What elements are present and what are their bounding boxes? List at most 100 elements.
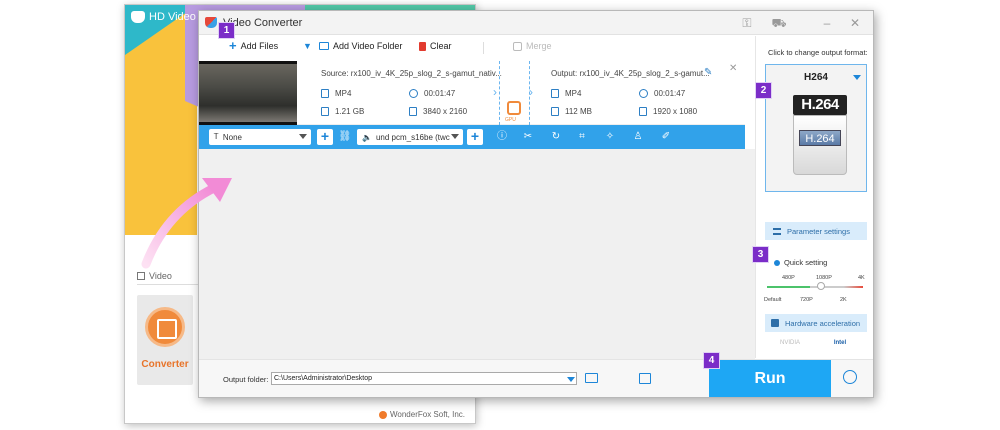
quick-setting-label: Quick setting: [774, 258, 827, 267]
hardware-acceleration-label: Hardware acceleration: [785, 318, 861, 328]
effects-wand-icon[interactable]: ✧: [603, 130, 617, 144]
title-bar: Video Converter ⚿ ⛟ – ✕: [199, 11, 873, 35]
source-resolution-value: 3840 x 2160: [423, 107, 468, 116]
launcher-footer: WonderFox Soft, Inc.: [379, 410, 465, 419]
clear-button[interactable]: Clear: [419, 41, 452, 51]
merge-button[interactable]: Merge: [513, 41, 552, 51]
converter-card[interactable]: Converter: [137, 295, 193, 385]
launcher-divider: [137, 284, 201, 285]
link-icon[interactable]: ⛓: [337, 129, 353, 145]
output-format: MP4: [551, 89, 581, 98]
clock-icon: [639, 89, 648, 98]
launcher-section-label: Video: [149, 271, 172, 281]
close-button[interactable]: ✕: [847, 15, 863, 31]
key-icon[interactable]: ⚿: [739, 15, 755, 31]
open-folder-icon[interactable]: [585, 373, 598, 383]
parameter-settings-label: Parameter settings: [787, 226, 850, 236]
source-name: Source: rx100_iv_4K_25p_slog_2_s-gamut_n…: [321, 69, 502, 78]
edit-toolbar: Ꭲ None + ⛓ 🔈 und pcm_s16be (twc + ⓘ ✂ ↻ …: [199, 125, 745, 149]
output-folder-field[interactable]: C:\Users\Administrator\Desktop: [271, 372, 577, 385]
quality-label-720p: 720P: [800, 297, 813, 303]
scissors-icon[interactable]: ✂: [521, 130, 535, 144]
h264-logo-box: H.264: [793, 115, 847, 175]
minimize-button[interactable]: –: [819, 15, 835, 31]
output-folder-dropdown-icon[interactable]: [567, 377, 575, 382]
launcher-logo-icon: [131, 11, 145, 23]
launcher-footer-text: WonderFox Soft, Inc.: [390, 410, 465, 419]
quality-label-default: Default: [764, 297, 782, 303]
crop-icon[interactable]: ⌗: [575, 130, 589, 144]
source-divider: [499, 61, 500, 125]
plus-icon: +: [229, 38, 237, 53]
add-audio-button[interactable]: +: [467, 129, 483, 145]
run-button[interactable]: Run: [709, 360, 831, 397]
parameter-settings-button[interactable]: Parameter settings: [765, 222, 867, 240]
source-size-value: 1.21 GB: [335, 107, 365, 116]
launcher-title: HD Video C: [131, 11, 207, 23]
file-format-icon: [321, 89, 329, 98]
output-resolution-value: 1920 x 1080: [653, 107, 698, 116]
h264-logo-bottom: H.264: [799, 130, 841, 146]
remove-file-icon[interactable]: ✕: [729, 63, 737, 74]
chip-icon: [771, 319, 779, 327]
source-size: 1.21 GB: [321, 107, 364, 116]
audio-track-select[interactable]: 🔈 und pcm_s16be (twc: [357, 129, 463, 145]
file-row[interactable]: Source: rx100_iv_4K_25p_slog_2_s-gamut_n…: [199, 61, 745, 125]
folder-icon: [319, 42, 329, 50]
dropdown-arrow-icon: [451, 134, 459, 139]
subtitle-value: None: [222, 132, 242, 142]
hardware-acceleration-button[interactable]: Hardware acceleration: [765, 314, 867, 332]
source-duration: 00:01:47: [409, 89, 455, 98]
launcher-section-video: Video: [137, 271, 172, 281]
converter-film-icon: [145, 307, 185, 347]
alarm-clock-icon[interactable]: [843, 370, 857, 384]
rotate-icon[interactable]: ↻: [549, 130, 563, 144]
video-converter-window: Video Converter ⚿ ⛟ – ✕ + Add Files ▼ Ad…: [198, 10, 874, 398]
intel-option[interactable]: Intel: [817, 336, 863, 350]
cart-icon[interactable]: ⛟: [771, 15, 787, 31]
output-format-panel: Click to change output format: H264 H.26…: [755, 36, 873, 358]
subtitle-select[interactable]: Ꭲ None: [209, 129, 311, 145]
quality-label-1080p: 1080P: [816, 275, 832, 281]
gpu-label: GPU: [505, 117, 516, 123]
quick-setting-icon: [774, 259, 780, 266]
output-duration-value: 00:01:47: [654, 89, 686, 98]
trash-icon: [419, 41, 426, 51]
quick-setting-text: Quick setting: [784, 258, 828, 267]
caret-down-icon: ▼: [303, 41, 312, 51]
audio-track-value: und pcm_s16be (twc: [375, 132, 450, 142]
output-format-value: MP4: [565, 89, 582, 98]
app-icon: [205, 17, 217, 28]
output-format-hint: Click to change output format:: [768, 48, 868, 57]
watermark-icon[interactable]: ♙: [631, 130, 645, 144]
wonderfox-logo-icon: [379, 410, 387, 419]
quality-slider-handle[interactable]: [817, 282, 825, 290]
add-video-folder-label: Add Video Folder: [333, 41, 403, 51]
add-files-button[interactable]: + Add Files: [229, 38, 279, 53]
add-files-label: Add Files: [240, 41, 279, 51]
add-files-dropdown[interactable]: ▼: [303, 41, 312, 51]
guide-arrow-icon: [141, 178, 232, 269]
text-icon: Ꭲ: [214, 132, 219, 141]
source-format: MP4: [321, 89, 351, 98]
add-video-folder-button[interactable]: Add Video Folder: [319, 41, 402, 51]
quality-label-480p: 480P: [782, 275, 795, 281]
video-thumbnail[interactable]: [199, 61, 297, 125]
add-subtitle-button[interactable]: +: [317, 129, 333, 145]
format-dropdown-icon: [853, 75, 861, 80]
clear-label: Clear: [430, 41, 452, 51]
step-badge-1: 1: [218, 22, 235, 39]
browse-folder-icon[interactable]: [639, 373, 651, 384]
subtitle-edit-icon[interactable]: ✐: [659, 130, 673, 144]
file-list-area[interactable]: [199, 149, 755, 359]
arrow-right-icon: ›: [493, 85, 497, 99]
nvidia-option[interactable]: NVIDIA: [767, 336, 813, 350]
clock-icon: [409, 89, 418, 98]
info-icon[interactable]: ⓘ: [495, 130, 509, 144]
output-format-selector[interactable]: H264 H.264 H.264: [765, 64, 867, 192]
resolution-icon: [639, 107, 647, 116]
edit-output-name-icon[interactable]: ✎: [704, 67, 712, 78]
output-size: 112 MB: [551, 107, 592, 116]
quality-slider-track[interactable]: [767, 286, 863, 288]
file-format-icon: [551, 89, 559, 98]
